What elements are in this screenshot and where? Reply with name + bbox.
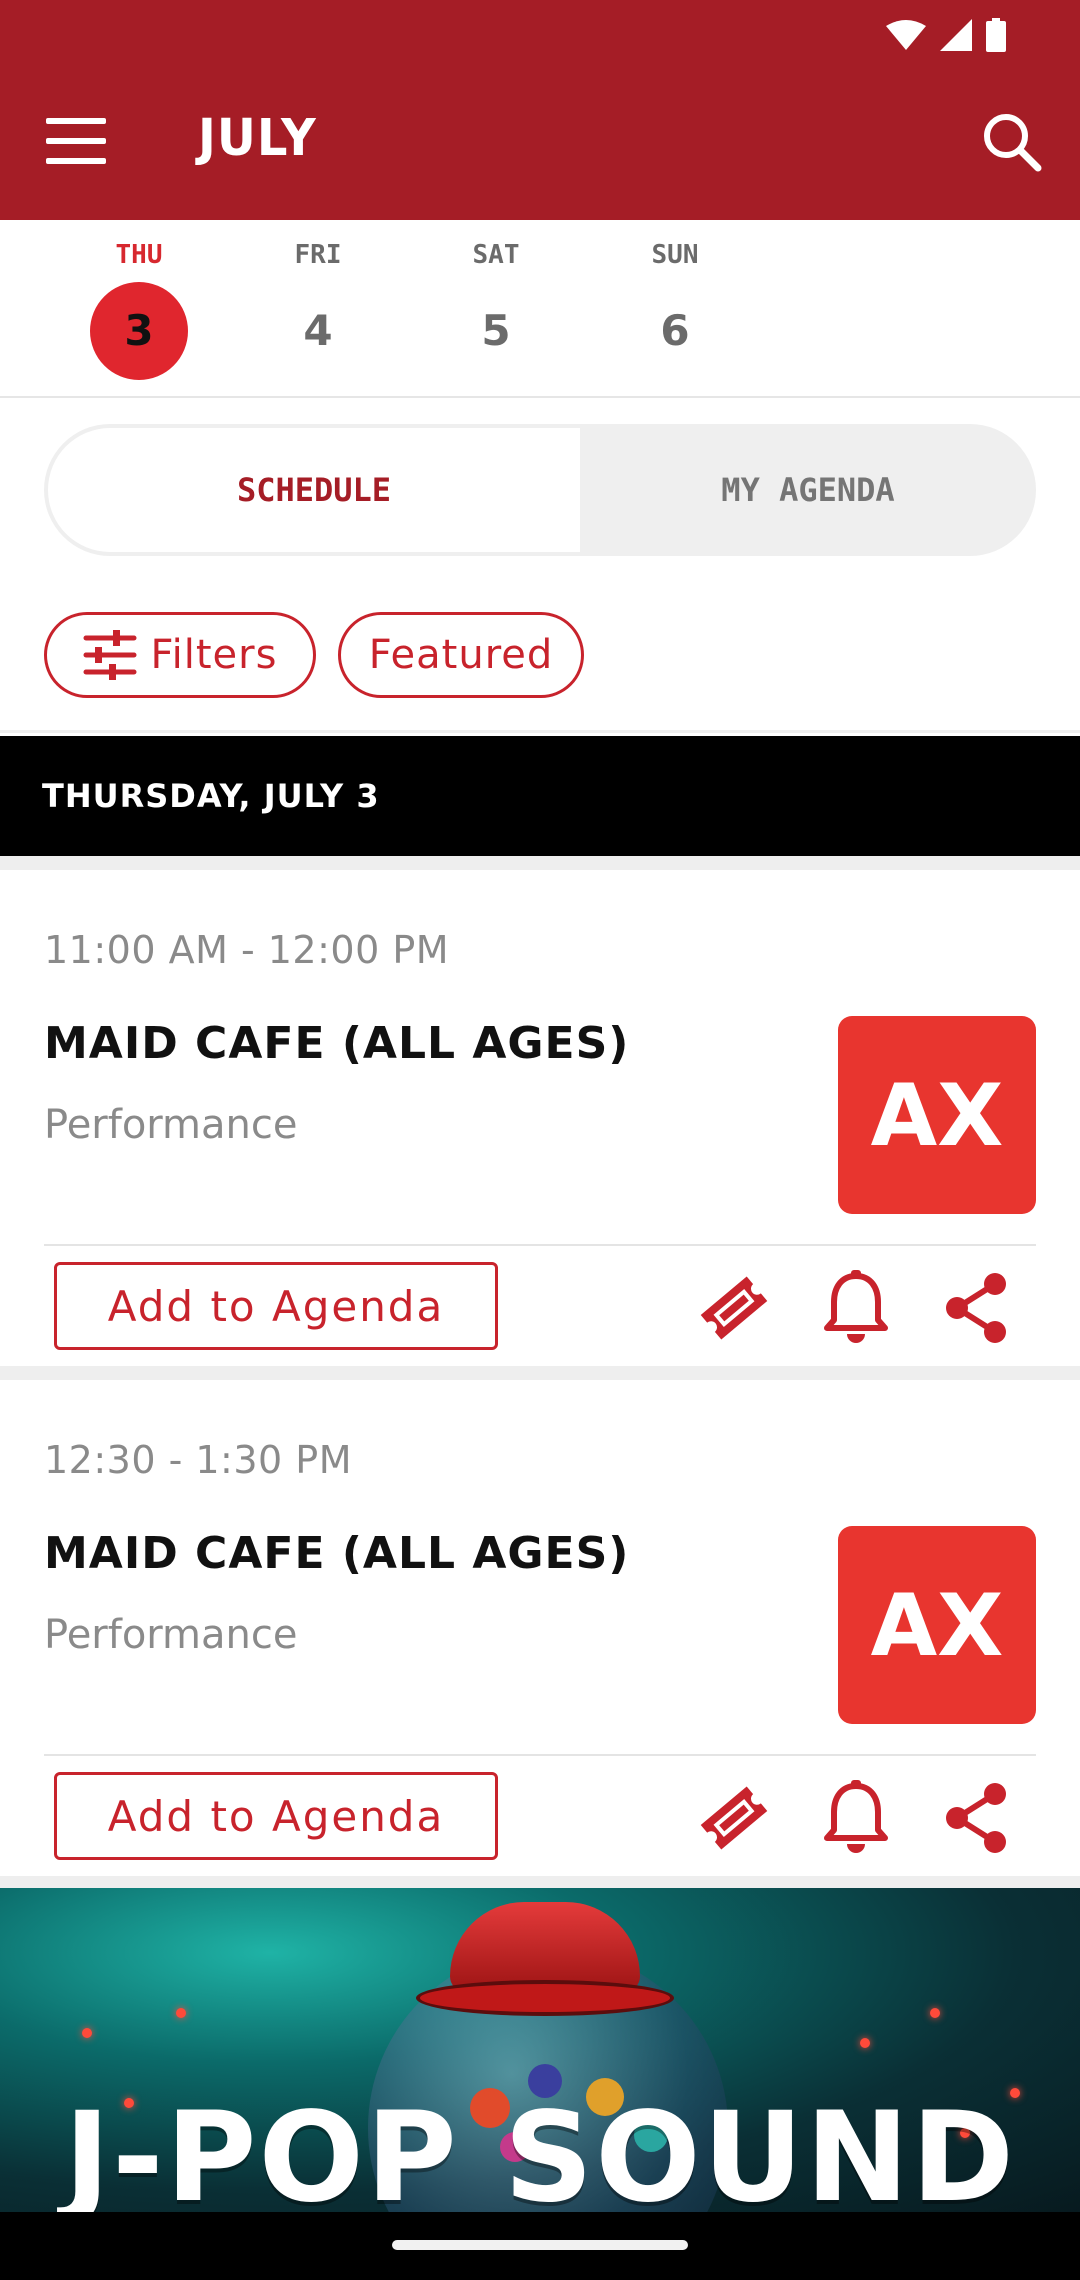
event-logo: AX: [838, 1526, 1036, 1724]
day-tab-sat[interactable]: SAT 5: [436, 240, 556, 380]
card-divider: [44, 1244, 1036, 1246]
event-category: Performance: [44, 1102, 298, 1148]
event-logo: AX: [838, 1016, 1036, 1214]
filters-button[interactable]: Filters: [44, 612, 316, 698]
bell-icon: [824, 1270, 888, 1343]
status-icons: [886, 18, 1006, 52]
page-title: JULY: [198, 108, 317, 168]
event-category: Performance: [44, 1612, 298, 1658]
notify-button[interactable]: [818, 1270, 894, 1346]
ticket-icon: [700, 1786, 768, 1850]
add-to-agenda-button[interactable]: Add to Agenda: [54, 1262, 498, 1350]
filters-label: Filters: [150, 632, 278, 678]
featured-label: Featured: [368, 632, 554, 678]
ax-logo-icon: AX: [871, 1075, 1004, 1155]
day-number: 4: [303, 306, 333, 355]
event-card[interactable]: 11:00 AM - 12:00 PM MAID CAFE (ALL AGES)…: [0, 870, 1080, 1366]
event-time: 12:30 - 1:30 PM: [44, 1438, 352, 1482]
divider: [0, 730, 1080, 733]
notify-button[interactable]: [818, 1780, 894, 1856]
sparkle: [930, 2008, 940, 2018]
ticket-button[interactable]: [696, 1780, 772, 1856]
divider: [0, 1366, 1080, 1380]
wifi-icon: [886, 20, 926, 50]
day-tab-sun[interactable]: SUN 6: [615, 240, 735, 380]
day-of-week: THU: [115, 240, 163, 270]
share-icon: [946, 1783, 1006, 1853]
system-nav-bar: [0, 2212, 1080, 2280]
event-title: MAID CAFE (ALL AGES): [44, 1528, 630, 1579]
signal-icon: [940, 19, 972, 51]
share-button[interactable]: [938, 1270, 1014, 1346]
featured-chip[interactable]: Featured: [338, 612, 584, 698]
menu-icon[interactable]: [46, 118, 106, 164]
logo-text: AX: [871, 1585, 1004, 1665]
day-of-week: SAT: [472, 240, 520, 270]
ticket-icon: [700, 1276, 768, 1340]
ax-logo-icon: AX: [871, 1585, 1004, 1665]
day-number: 5: [481, 306, 511, 355]
day-number: 3: [90, 282, 188, 380]
section-header-label: THURSDAY, JULY 3: [42, 777, 380, 815]
tab-my-agenda[interactable]: MY AGENDA: [580, 424, 1036, 556]
add-to-agenda-button[interactable]: Add to Agenda: [54, 1772, 498, 1860]
event-title: MAID CAFE (ALL AGES): [44, 1018, 630, 1069]
event-card[interactable]: 12:30 - 1:30 PM MAID CAFE (ALL AGES) Per…: [0, 1380, 1080, 1876]
banner-wordmark: J-POP SOUND: [63, 2086, 1017, 2212]
divider: [0, 856, 1080, 870]
day-tab-thu[interactable]: THU 3: [79, 240, 199, 380]
view-toggle: SCHEDULE MY AGENDA: [44, 424, 1036, 556]
gumball-cap: [450, 1902, 640, 1992]
app-bar: JULY: [0, 0, 1080, 220]
share-icon: [946, 1273, 1006, 1343]
search-icon[interactable]: [980, 110, 1044, 174]
day-of-week: FRI: [294, 240, 342, 270]
sparkle: [176, 2008, 186, 2018]
sparkle: [82, 2028, 92, 2038]
gumball-ring: [416, 1980, 674, 2016]
battery-icon: [986, 18, 1006, 52]
share-button[interactable]: [938, 1780, 1014, 1856]
sparkle: [860, 2038, 870, 2048]
event-time: 11:00 AM - 12:00 PM: [44, 928, 450, 972]
ticket-button[interactable]: [696, 1270, 772, 1346]
day-number: 6: [660, 306, 690, 355]
day-of-week: SUN: [651, 240, 699, 270]
bell-icon: [824, 1780, 888, 1853]
day-tab-fri[interactable]: FRI 4: [258, 240, 378, 380]
tab-schedule[interactable]: SCHEDULE: [48, 428, 580, 552]
home-handle[interactable]: [392, 2240, 688, 2250]
date-section-header: THURSDAY, JULY 3: [0, 736, 1080, 856]
day-selector: THU 3 FRI 4 SAT 5 SUN 6: [0, 220, 1080, 398]
card-divider: [44, 1754, 1036, 1756]
logo-text: AX: [871, 1075, 1004, 1155]
tune-icon: [83, 630, 137, 680]
promo-banner[interactable]: J-POP SOUND: [0, 1888, 1080, 2212]
